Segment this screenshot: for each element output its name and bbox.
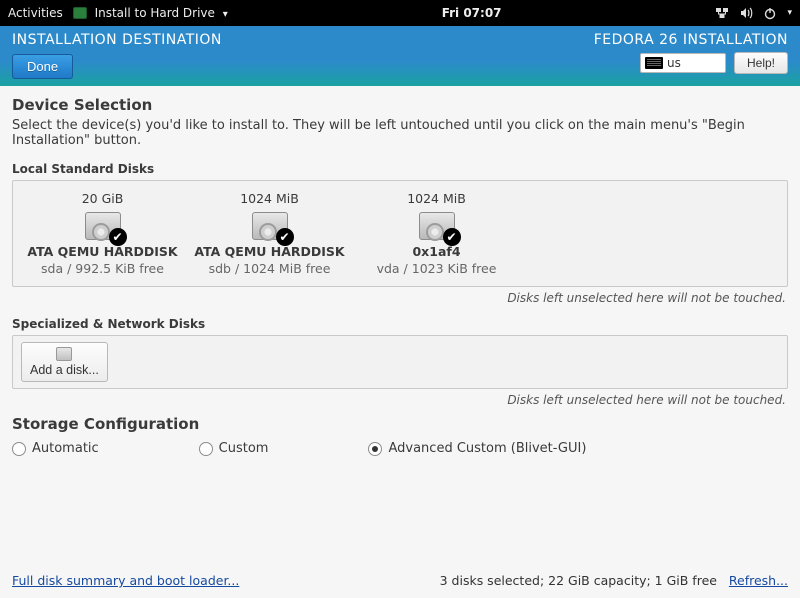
harddisk-icon: ✔: [85, 212, 121, 240]
app-menu[interactable]: Install to Hard Drive: [73, 6, 228, 20]
disk-detail: sda / 992.5 KiB free: [25, 261, 180, 276]
selection-status: 3 disks selected; 22 GiB capacity; 1 GiB…: [440, 573, 717, 588]
radio-dot: [199, 442, 213, 456]
activities-button[interactable]: Activities: [8, 6, 63, 20]
installer-icon: [73, 7, 87, 19]
clock[interactable]: Fri 07:07: [228, 6, 716, 20]
chevron-down-icon: ▾: [787, 8, 792, 18]
device-selection-desc: Select the device(s) you'd like to insta…: [12, 118, 788, 148]
radio-custom[interactable]: Custom: [199, 441, 269, 456]
refresh-link[interactable]: Refresh...: [729, 573, 788, 588]
spoke-body: Device Selection Select the device(s) yo…: [0, 86, 800, 567]
spoke-header: INSTALLATION DESTINATION Done FEDORA 26 …: [0, 26, 800, 86]
disk-size: 20 GiB: [25, 191, 180, 206]
disk-sda[interactable]: 20 GiB ✔ ATA QEMU HARDDISK sda / 992.5 K…: [25, 191, 180, 276]
power-icon: [763, 6, 777, 20]
system-status-area[interactable]: ▾: [715, 6, 792, 20]
spoke-title: INSTALLATION DESTINATION: [12, 32, 222, 48]
disk-sdb[interactable]: 1024 MiB ✔ ATA QEMU HARDDISK sdb / 1024 …: [192, 191, 347, 276]
help-button[interactable]: Help!: [734, 52, 788, 74]
radio-dot: [12, 442, 26, 456]
checkmark-icon: ✔: [109, 228, 127, 246]
local-disks-panel: 20 GiB ✔ ATA QEMU HARDDISK sda / 992.5 K…: [12, 180, 788, 287]
disk-vda[interactable]: 1024 MiB ✔ 0x1af4 vda / 1023 KiB free: [359, 191, 514, 276]
radio-label: Custom: [219, 441, 269, 456]
disk-size: 1024 MiB: [359, 191, 514, 206]
disk-detail: vda / 1023 KiB free: [359, 261, 514, 276]
add-disk-button[interactable]: Add a disk...: [21, 342, 108, 382]
keyboard-icon: [645, 57, 663, 69]
local-disks-note: Disks left unselected here will not be t…: [12, 291, 786, 305]
specialized-disks-label: Specialized & Network Disks: [12, 317, 788, 331]
gnome-topbar: Activities Install to Hard Drive Fri 07:…: [0, 0, 800, 26]
local-disks-label: Local Standard Disks: [12, 162, 788, 176]
checkmark-icon: ✔: [276, 228, 294, 246]
app-menu-label: Install to Hard Drive: [95, 6, 215, 20]
storage-config-heading: Storage Configuration: [12, 415, 788, 433]
spoke-footer: Full disk summary and boot loader... 3 d…: [0, 567, 800, 598]
keyboard-layout-indicator[interactable]: us: [640, 53, 726, 73]
product-name: FEDORA 26 INSTALLATION: [594, 32, 788, 48]
full-disk-summary-link[interactable]: Full disk summary and boot loader...: [12, 573, 239, 588]
network-icon: [715, 6, 729, 20]
keyboard-layout-value: us: [667, 56, 681, 70]
radio-label: Automatic: [32, 441, 99, 456]
checkmark-icon: ✔: [443, 228, 461, 246]
add-disk-label: Add a disk...: [30, 363, 99, 377]
specialized-disks-note: Disks left unselected here will not be t…: [12, 393, 786, 407]
volume-icon: [739, 6, 753, 20]
radio-label: Advanced Custom (Blivet-GUI): [388, 441, 586, 456]
radio-advanced-custom[interactable]: Advanced Custom (Blivet-GUI): [368, 441, 586, 456]
disk-name: ATA QEMU HARDDISK: [192, 244, 347, 259]
disk-detail: sdb / 1024 MiB free: [192, 261, 347, 276]
radio-automatic[interactable]: Automatic: [12, 441, 99, 456]
specialized-disks-panel: Add a disk...: [12, 335, 788, 389]
harddisk-icon: [56, 347, 72, 361]
harddisk-icon: ✔: [419, 212, 455, 240]
device-selection-heading: Device Selection: [12, 96, 788, 114]
storage-config-radios: Automatic Custom Advanced Custom (Blivet…: [12, 441, 788, 456]
harddisk-icon: ✔: [252, 212, 288, 240]
disk-name: 0x1af4: [359, 244, 514, 259]
disk-name: ATA QEMU HARDDISK: [25, 244, 180, 259]
disk-size: 1024 MiB: [192, 191, 347, 206]
radio-dot: [368, 442, 382, 456]
done-button[interactable]: Done: [12, 54, 73, 79]
